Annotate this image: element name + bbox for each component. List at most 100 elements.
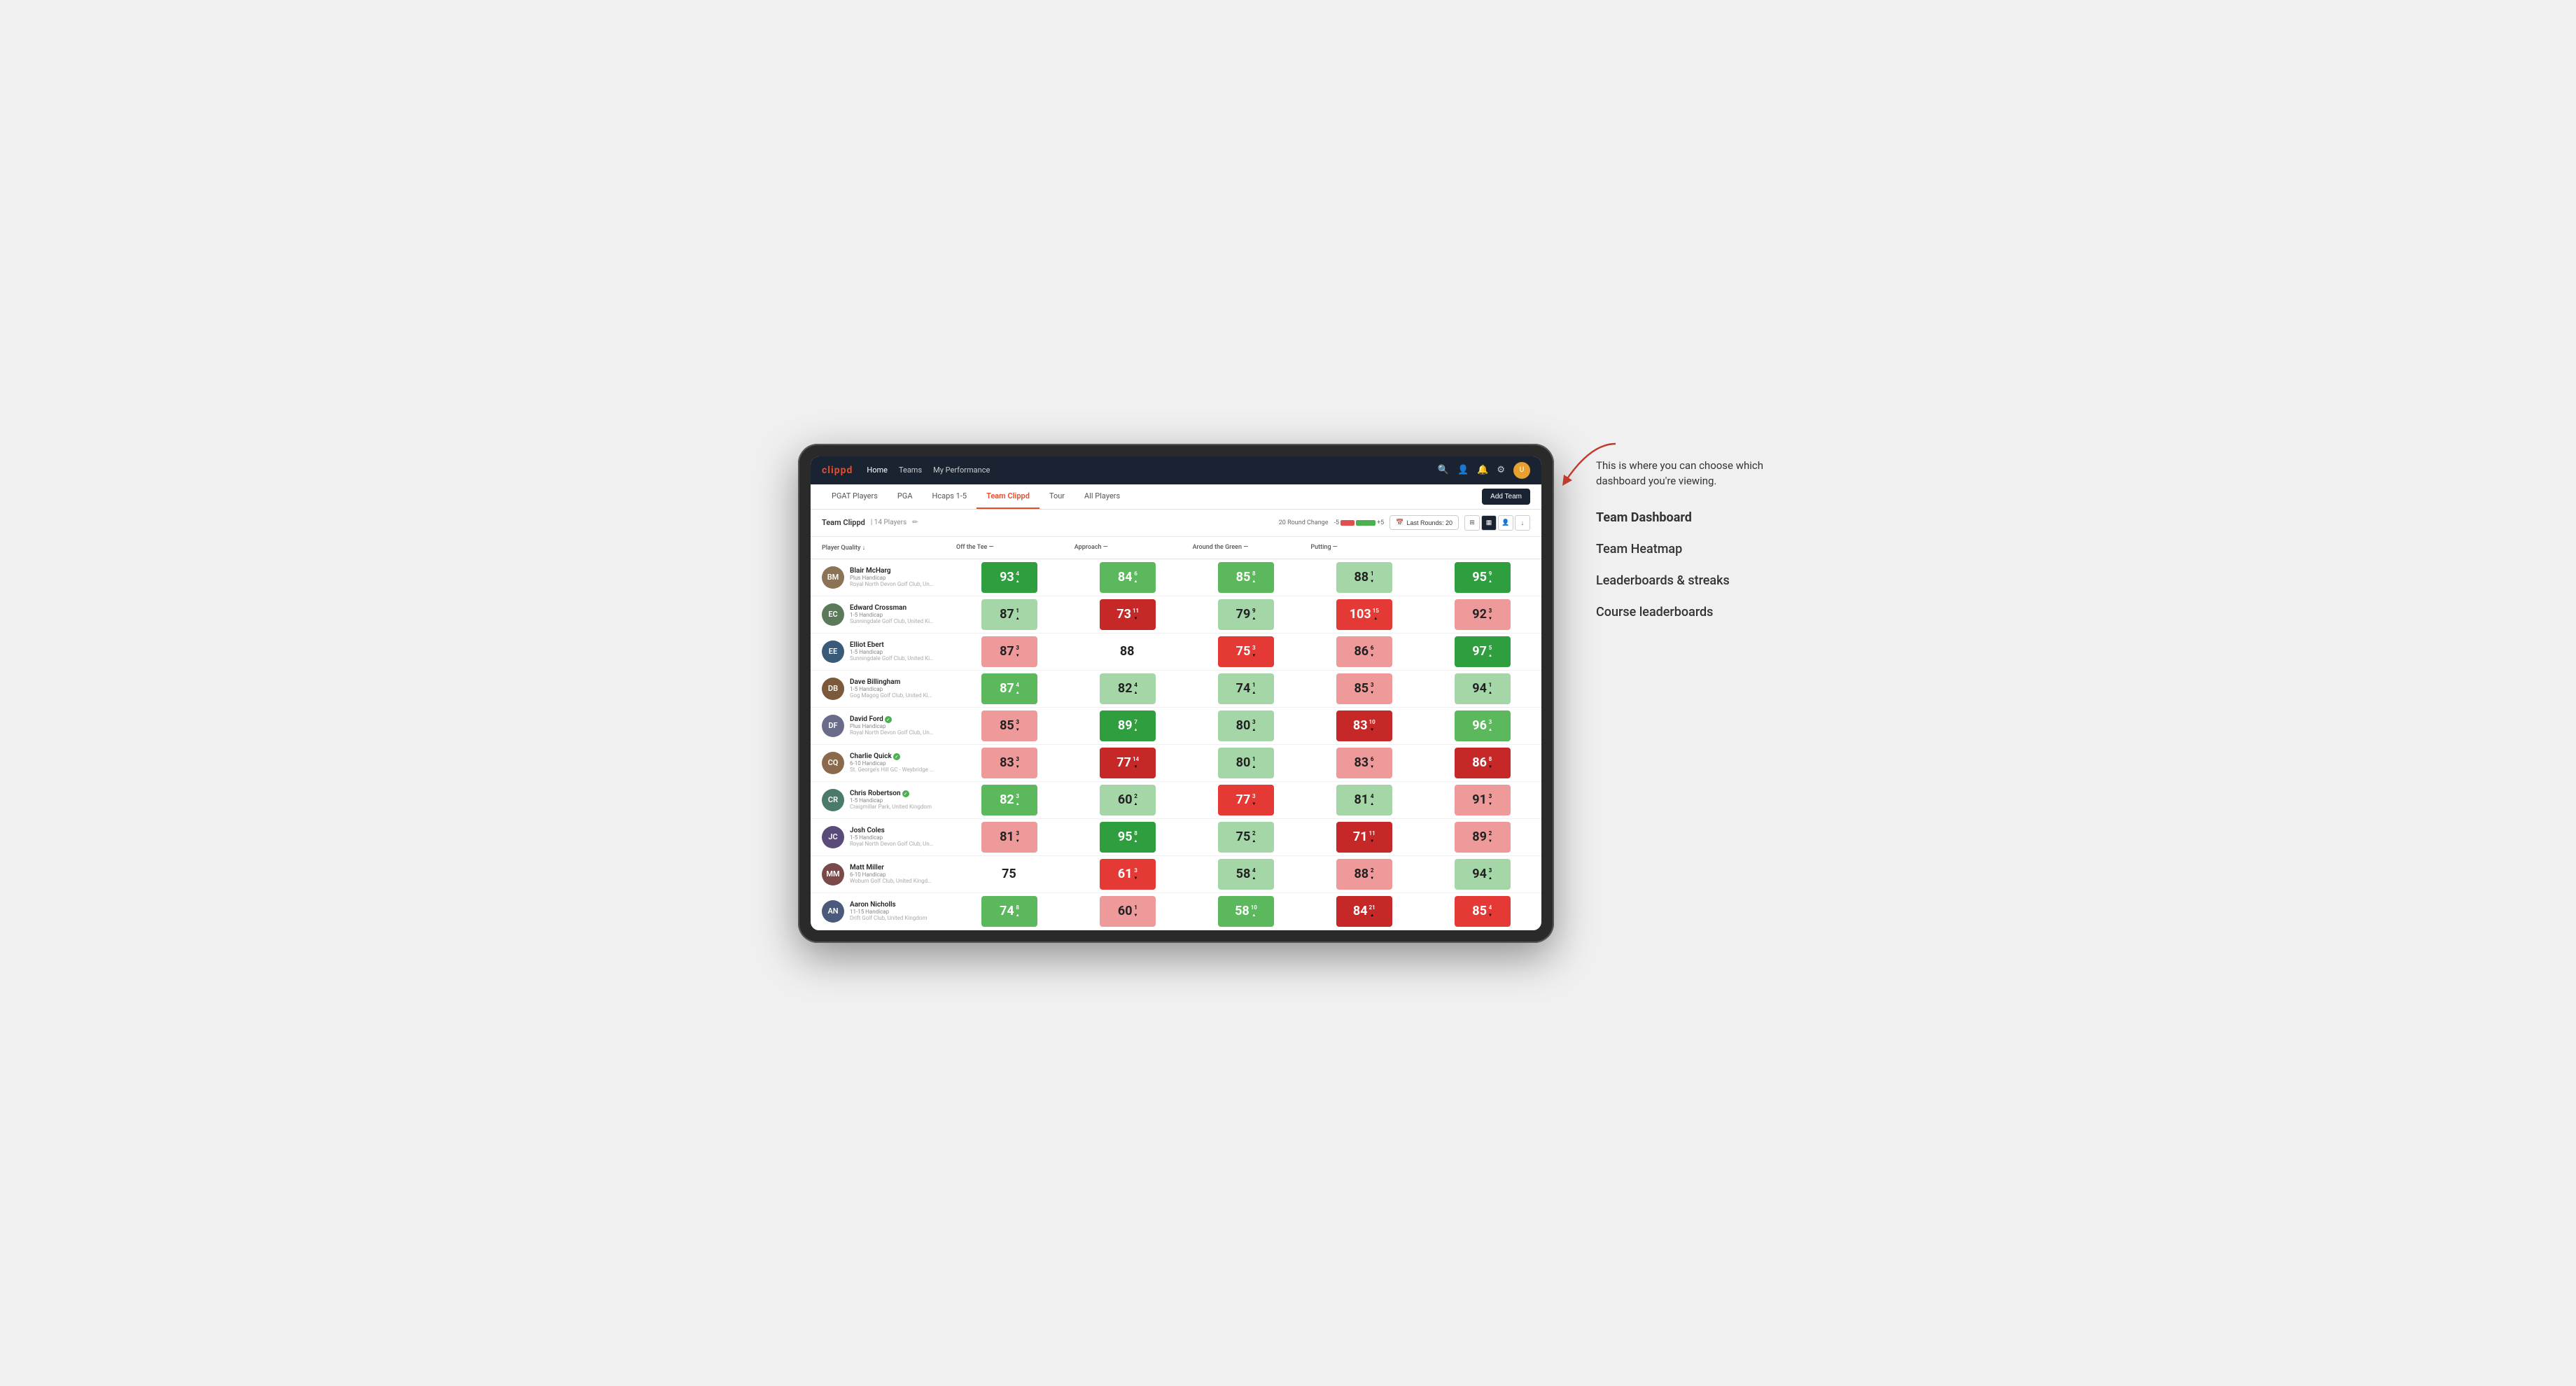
stat-cell: 95 9	[1423, 559, 1541, 596]
table-row[interactable]: JC Josh Coles 1-5 Handicap Royal North D…	[811, 819, 1541, 856]
player-cell[interactable]: DB Dave Billingham 1-5 Handicap Gog Mago…	[811, 673, 951, 704]
nav-teams[interactable]: Teams	[899, 465, 922, 475]
stat-number: 4	[1371, 793, 1374, 799]
stat-cell: 94 3	[1423, 856, 1541, 892]
stat-box: 82 3	[981, 785, 1037, 816]
tab-tour[interactable]: Tour	[1040, 484, 1074, 509]
table-row[interactable]: AN Aaron Nicholls 11-15 Handicap Drift G…	[811, 893, 1541, 930]
grid-view-button[interactable]: ⊞	[1464, 515, 1480, 531]
player-handicap: 11-15 Handicap	[850, 909, 927, 915]
player-cell[interactable]: BM Blair McHarg Plus Handicap Royal Nort…	[811, 562, 951, 593]
stat-number: 11	[1133, 608, 1139, 614]
stat-box: 85 8	[1218, 562, 1274, 593]
trend-up-icon	[1016, 689, 1020, 695]
download-button[interactable]: ↓	[1515, 515, 1530, 531]
player-cell[interactable]: CQ Charlie Quick✓ 6-10 Handicap St. Geor…	[811, 748, 951, 778]
player-cell[interactable]: AN Aaron Nicholls 11-15 Handicap Drift G…	[811, 896, 951, 927]
stat-cell: 89 7	[1069, 708, 1187, 744]
tablet-frame: clippd Home Teams My Performance 🔍 👤 🔔 ⚙…	[798, 444, 1554, 943]
tab-hcaps[interactable]: Hcaps 1-5	[923, 484, 977, 509]
menu-team-dashboard[interactable]: Team Dashboard	[1596, 510, 1778, 525]
user-avatar[interactable]: U	[1513, 462, 1530, 479]
player-avatar: DF	[822, 715, 844, 737]
trend-down-icon	[1370, 874, 1374, 881]
stat-box: 86 6	[1336, 636, 1392, 667]
table-row[interactable]: MM Matt Miller 6-10 Handicap Woburn Golf…	[811, 856, 1541, 893]
table-row[interactable]: EE Elliot Ebert 1-5 Handicap Sunningdale…	[811, 634, 1541, 671]
settings-icon[interactable]: ⚙	[1497, 465, 1505, 475]
tab-team-clippd[interactable]: Team Clippd	[976, 484, 1040, 509]
bar-green	[1356, 520, 1376, 526]
player-name: Edward Crossman	[850, 604, 934, 612]
nav-home[interactable]: Home	[867, 465, 888, 475]
trend-up-icon	[1134, 689, 1138, 695]
tab-pgat-players[interactable]: PGAT Players	[822, 484, 888, 509]
stat-change: 6	[1134, 570, 1138, 584]
stat-number: 4	[1489, 904, 1492, 911]
tab-all-players[interactable]: All Players	[1074, 484, 1130, 509]
trend-down-icon	[1134, 615, 1138, 621]
player-cell[interactable]: MM Matt Miller 6-10 Handicap Woburn Golf…	[811, 859, 951, 890]
search-icon[interactable]: 🔍	[1438, 465, 1449, 475]
stat-box: 58 4	[1218, 859, 1274, 890]
player-cell[interactable]: JC Josh Coles 1-5 Handicap Royal North D…	[811, 822, 951, 853]
player-cell[interactable]: EC Edward Crossman 1-5 Handicap Sunningd…	[811, 599, 951, 630]
player-cell[interactable]: CR Chris Robertson✓ 1-5 Handicap Craigmi…	[811, 785, 951, 816]
table-row[interactable]: DB Dave Billingham 1-5 Handicap Gog Mago…	[811, 671, 1541, 708]
menu-course-leaderboards[interactable]: Course leaderboards	[1596, 605, 1778, 620]
col-around-green: Around the Green —	[1187, 541, 1306, 554]
stat-number: 7	[1134, 719, 1138, 725]
nav-my-performance[interactable]: My Performance	[933, 465, 990, 475]
stat-box: 87 1	[981, 599, 1037, 630]
user-icon[interactable]: 👤	[1457, 465, 1469, 475]
stat-box: 89 2	[1455, 822, 1511, 853]
stat-cell: 79 9	[1187, 596, 1306, 633]
menu-leaderboards[interactable]: Leaderboards & streaks	[1596, 573, 1778, 588]
player-club: Royal North Devon Golf Club, United King…	[850, 841, 934, 847]
stat-change: 9	[1252, 608, 1256, 621]
table-row[interactable]: CR Chris Robertson✓ 1-5 Handicap Craigmi…	[811, 782, 1541, 819]
stat-cell: 87 3	[951, 634, 1069, 670]
player-name: Dave Billingham	[850, 678, 934, 686]
person-view-button[interactable]: 👤	[1498, 515, 1513, 531]
table-row[interactable]: DF David Ford✓ Plus Handicap Royal North…	[811, 708, 1541, 745]
table-row[interactable]: CQ Charlie Quick✓ 6-10 Handicap St. Geor…	[811, 745, 1541, 782]
stat-number: 1	[1489, 682, 1492, 688]
edit-icon[interactable]: ✏	[912, 519, 918, 526]
stat-number: 8	[1016, 904, 1019, 911]
add-team-button[interactable]: Add Team	[1482, 489, 1530, 505]
col-putting: Putting —	[1305, 541, 1423, 554]
stat-number: 8	[1252, 570, 1256, 577]
bell-icon[interactable]: 🔔	[1477, 465, 1488, 475]
stat-number: 6	[1371, 645, 1374, 651]
stat-value: 87	[1000, 681, 1014, 696]
menu-team-heatmap[interactable]: Team Heatmap	[1596, 542, 1778, 556]
stat-number: 4	[1016, 682, 1019, 688]
player-cell[interactable]: DF David Ford✓ Plus Handicap Royal North…	[811, 710, 951, 741]
stat-number: 3	[1016, 756, 1019, 762]
table-row[interactable]: EC Edward Crossman 1-5 Handicap Sunningd…	[811, 596, 1541, 634]
stat-value: 95	[1472, 570, 1487, 584]
trend-down-icon	[1134, 874, 1138, 881]
stat-box: 60 1	[1100, 896, 1156, 927]
stat-change: 6	[1370, 756, 1374, 769]
tab-pga[interactable]: PGA	[888, 484, 923, 509]
table-row[interactable]: BM Blair McHarg Plus Handicap Royal Nort…	[811, 559, 1541, 596]
heatmap-view-button[interactable]: ▦	[1481, 515, 1497, 531]
player-name: Elliot Ebert	[850, 641, 934, 649]
stat-number: 4	[1252, 867, 1256, 874]
stat-change: 4	[1252, 867, 1256, 881]
player-cell[interactable]: EE Elliot Ebert 1-5 Handicap Sunningdale…	[811, 636, 951, 667]
stat-value: 89	[1118, 718, 1133, 733]
stat-box: 81 3	[981, 822, 1037, 853]
stat-number: 2	[1371, 867, 1374, 874]
player-info: Matt Miller 6-10 Handicap Woburn Golf Cl…	[850, 864, 934, 884]
stat-box: 88	[1100, 636, 1156, 667]
stat-number: 3	[1016, 719, 1019, 725]
last-rounds-button[interactable]: 📅 Last Rounds: 20	[1390, 515, 1459, 530]
stat-cell: 97 5	[1423, 634, 1541, 670]
stat-value: 61	[1118, 867, 1133, 881]
trend-down-icon	[1252, 800, 1256, 806]
player-name: Matt Miller	[850, 864, 934, 872]
stat-cell: 83 3	[951, 745, 1069, 781]
